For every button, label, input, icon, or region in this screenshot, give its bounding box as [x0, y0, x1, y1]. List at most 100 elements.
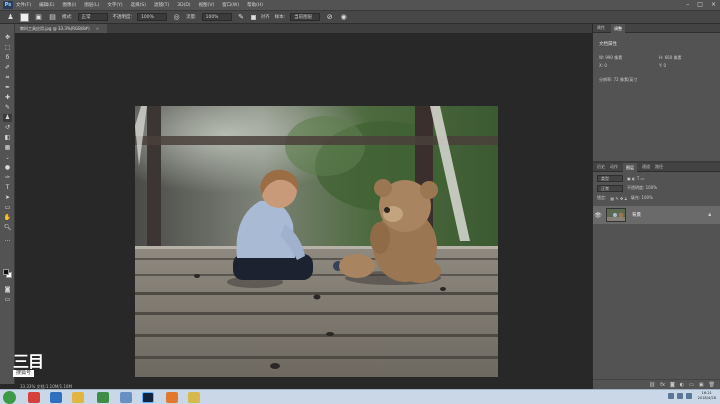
eraser-icon[interactable]: ◧: [3, 134, 12, 142]
quick-mask-icon[interactable]: ◙: [3, 286, 12, 294]
screen-mode-icon[interactable]: ▭: [3, 296, 12, 304]
layer-fill[interactable]: 填充: 100%: [631, 195, 653, 201]
tab-history[interactable]: 历史: [597, 164, 605, 170]
document-image[interactable]: [135, 106, 498, 377]
layer-opacity[interactable]: 不透明度: 100%: [627, 185, 657, 191]
doc-y[interactable]: Y: 0: [659, 63, 666, 68]
notes-app-icon[interactable]: [188, 392, 200, 403]
menu-layer[interactable]: 图层(L): [84, 2, 99, 8]
doc-width[interactable]: W: 990 像素: [599, 55, 622, 61]
start-button[interactable]: [3, 391, 16, 404]
blend-mode-select[interactable]: 正常: [597, 184, 623, 192]
opacity-input[interactable]: 100%: [137, 13, 168, 21]
delete-layer-icon[interactable]: 🗑︎: [709, 382, 715, 388]
brush-icon[interactable]: ✎: [3, 104, 12, 112]
menu-window[interactable]: 窗口(W): [222, 2, 239, 8]
ignore-adjustment-icon[interactable]: ⊘: [325, 13, 334, 22]
airbrush-icon[interactable]: ✎: [237, 13, 246, 22]
flow-input[interactable]: 100%: [201, 13, 232, 21]
eyedropper-icon[interactable]: ✒: [3, 84, 12, 92]
shape-icon[interactable]: ▭: [3, 204, 12, 212]
volume-icon[interactable]: [676, 393, 683, 399]
layer-filter-row: 类型 ▣ ◐ T ▭: [597, 174, 717, 182]
layer-row[interactable]: 👁︎ 背景 🔒︎: [593, 206, 720, 224]
chat-app-icon[interactable]: [97, 392, 109, 403]
lasso-icon[interactable]: ϭ: [3, 54, 12, 62]
crop-icon[interactable]: ⌗: [3, 74, 12, 82]
doc-height[interactable]: H: 660 像素: [659, 55, 682, 61]
menu-type[interactable]: 文字(Y): [107, 2, 122, 8]
tab-paths[interactable]: 路径: [655, 164, 663, 170]
menu-view[interactable]: 视图(V): [199, 2, 215, 8]
link-layers-icon[interactable]: ⛓︎: [649, 382, 655, 388]
filter-icons[interactable]: ▣ ◐ T ▭: [627, 176, 644, 181]
pressure-opacity-icon[interactable]: ◎: [172, 13, 181, 22]
marquee-icon[interactable]: ⬚: [3, 44, 12, 52]
stamp-tool-preset-icon[interactable]: ♟: [6, 13, 15, 22]
lock-icons[interactable]: ▦ ✎ ✥ 🔒︎: [610, 196, 626, 201]
visibility-eye-icon[interactable]: 👁︎: [593, 212, 603, 219]
tab-actions[interactable]: 动作: [610, 164, 618, 170]
lock-icon: 🔒︎: [708, 212, 711, 218]
history-brush-icon[interactable]: ↺: [3, 124, 12, 132]
align-checkbox[interactable]: [250, 14, 256, 20]
media-app-icon[interactable]: [50, 392, 62, 403]
office-app-icon[interactable]: [166, 392, 178, 403]
close-tab-icon[interactable]: ×: [96, 26, 99, 31]
folder-app-icon[interactable]: [72, 392, 84, 403]
layer-kind-select[interactable]: 类型: [597, 174, 623, 182]
watermark-subtitle: 搜狐号: [13, 370, 35, 377]
document-tab[interactable]: 教科工具应用.jpg @ 33.3%(RGB/8#) ×: [15, 24, 108, 33]
pressure-size-icon[interactable]: ◉: [339, 13, 348, 22]
layer-style-icon[interactable]: fx: [660, 382, 665, 388]
type-icon[interactable]: T: [3, 184, 12, 192]
new-group-icon[interactable]: ▭: [689, 382, 694, 388]
adjustment-layer-icon[interactable]: ◐: [680, 382, 684, 388]
doc-resolution: 分辨率: 72 像素/英寸: [599, 77, 638, 82]
tab-adjustments[interactable]: 调整: [611, 23, 625, 33]
menu-help[interactable]: 帮助(H): [247, 2, 263, 8]
clock[interactable]: 16:21 2018/4/28: [698, 391, 716, 401]
tab-properties[interactable]: 属性: [597, 25, 605, 31]
menu-file[interactable]: 文件(F): [16, 2, 31, 8]
layers-tabs: 历史 动作 图层 通道 路径: [593, 162, 720, 172]
menu-3d[interactable]: 3D(D): [177, 3, 190, 8]
foreground-color-swatch[interactable]: [3, 269, 9, 275]
quick-select-icon[interactable]: ✐: [3, 64, 12, 72]
blur-icon[interactable]: 💧︎: [3, 154, 12, 162]
zoom-icon[interactable]: 🔍︎: [3, 224, 12, 232]
more-tools-icon[interactable]: …: [3, 236, 12, 244]
doc-x[interactable]: X: 0: [599, 63, 607, 68]
stamp-icon[interactable]: ♟: [3, 114, 12, 122]
network-icon[interactable]: [667, 393, 674, 399]
photoshop-app-icon[interactable]: [142, 392, 154, 403]
brush-preset-picker[interactable]: [20, 12, 29, 22]
add-mask-icon[interactable]: ◙: [670, 382, 675, 388]
move-icon[interactable]: ✥: [3, 34, 12, 42]
clone-source-icon[interactable]: ▤: [48, 13, 57, 22]
maximize-icon[interactable]: □: [697, 1, 703, 8]
tool-app-icon[interactable]: [120, 392, 132, 403]
menu-filter[interactable]: 滤镜(T): [154, 2, 169, 8]
path-select-icon[interactable]: ➤: [3, 194, 12, 202]
brush-panel-icon[interactable]: ▣: [34, 13, 43, 22]
browser-app-icon[interactable]: [28, 392, 40, 403]
new-layer-icon[interactable]: ▣: [699, 382, 704, 388]
menu-select[interactable]: 选择(S): [131, 2, 146, 8]
canvas-area[interactable]: 三目 搜狐号: [13, 33, 592, 384]
menu-image[interactable]: 图像(I): [62, 2, 76, 8]
minimize-icon[interactable]: –: [686, 1, 689, 8]
hand-icon[interactable]: ✋: [3, 214, 12, 222]
healing-icon[interactable]: ✚: [3, 94, 12, 102]
gradient-icon[interactable]: ▦: [3, 144, 12, 152]
tab-channels[interactable]: 通道: [642, 164, 650, 170]
pen-icon[interactable]: ✑: [3, 174, 12, 182]
input-method-icon[interactable]: [685, 393, 692, 399]
mode-select[interactable]: 正常: [77, 13, 108, 21]
layer-name: 背景: [632, 213, 641, 218]
tab-layers[interactable]: 图层: [623, 162, 637, 172]
dodge-icon[interactable]: ●: [3, 164, 12, 172]
menu-edit[interactable]: 编辑(E): [39, 2, 54, 8]
close-icon[interactable]: ×: [711, 1, 716, 8]
sample-select[interactable]: 当前图层: [290, 13, 321, 21]
